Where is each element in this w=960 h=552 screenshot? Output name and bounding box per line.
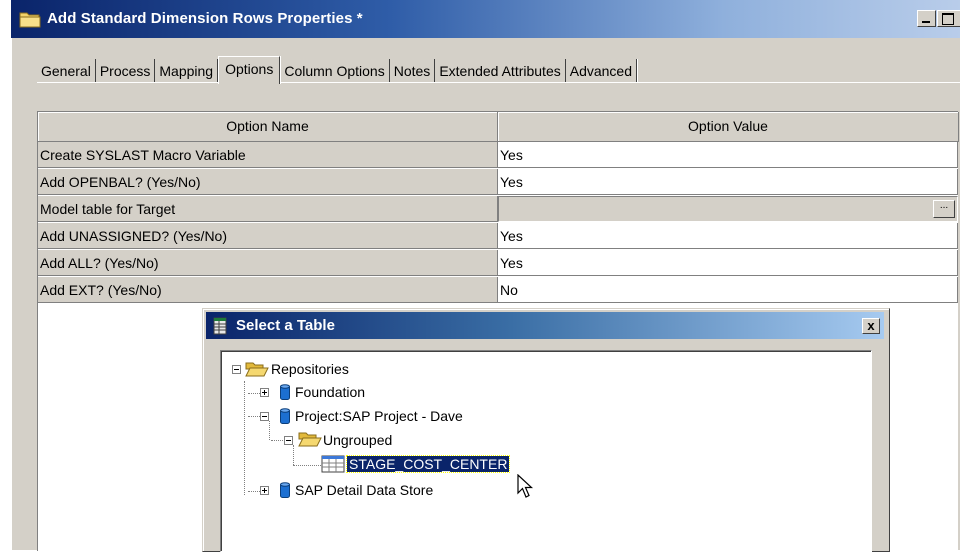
expand-toggle[interactable] — [260, 388, 269, 397]
table-icon — [321, 455, 345, 473]
table-row: Add OPENBAL? (Yes/No) Yes — [38, 169, 958, 195]
option-value-cell[interactable]: No — [498, 277, 958, 303]
tab-mapping[interactable]: Mapping — [155, 59, 219, 83]
option-name-cell: Add UNASSIGNED? (Yes/No) — [38, 223, 498, 249]
tree-connector — [293, 445, 294, 465]
option-name-cell: Add ALL? (Yes/No) — [38, 250, 498, 276]
open-folder-icon — [245, 362, 269, 377]
collapse-toggle[interactable] — [284, 436, 293, 445]
option-name-cell: Add OPENBAL? (Yes/No) — [38, 169, 498, 195]
tab-options[interactable]: Options — [218, 56, 281, 84]
tab-notes[interactable]: Notes — [389, 59, 436, 83]
tab-divider — [37, 82, 960, 83]
tree-node-repositories[interactable]: Repositories — [271, 359, 349, 379]
tree-connector — [271, 440, 283, 441]
tab-extended-attributes[interactable]: Extended Attributes — [435, 59, 566, 83]
table-stack-icon — [213, 317, 227, 335]
repository-icon — [280, 482, 290, 498]
select-table-dialog: Select a Table x Repositories Foundation — [202, 308, 890, 552]
table-row: Model table for Target ... — [38, 196, 958, 222]
tab-process[interactable]: Process — [95, 59, 156, 83]
window-title: Add Standard Dimension Rows Properties * — [47, 10, 363, 27]
tree-connector — [269, 421, 270, 440]
tree-connector — [248, 416, 260, 417]
repository-icon — [280, 384, 290, 400]
close-button[interactable]: x — [862, 318, 880, 334]
tree-connector — [244, 381, 245, 495]
option-value-cell[interactable]: Yes — [498, 142, 958, 168]
expand-toggle[interactable] — [260, 486, 269, 495]
repository-icon — [280, 408, 290, 424]
tree-node-ungrouped[interactable]: Ungrouped — [323, 430, 392, 450]
tab-general[interactable]: General — [37, 59, 96, 83]
column-header-option-value[interactable]: Option Value — [498, 112, 959, 142]
table-row: Add EXT? (Yes/No) No — [38, 277, 958, 303]
option-name-cell: Add EXT? (Yes/No) — [38, 277, 498, 303]
collapse-toggle[interactable] — [260, 412, 269, 421]
repository-tree[interactable]: Repositories Foundation Project:SAP Proj… — [220, 350, 872, 552]
selected-table-label: STAGE_COST_CENTER — [345, 455, 511, 473]
tree-connector — [293, 465, 321, 466]
table-row: Add ALL? (Yes/No) Yes — [38, 250, 958, 276]
tab-column-options[interactable]: Column Options — [280, 59, 390, 83]
option-value-cell[interactable]: Yes — [498, 223, 958, 249]
mouse-pointer-icon — [517, 474, 534, 498]
folder-icon — [19, 12, 41, 28]
column-header-option-name[interactable]: Option Name — [38, 112, 498, 142]
dialog-title: Select a Table — [236, 317, 335, 334]
tree-node-foundation[interactable]: Foundation — [295, 382, 365, 402]
option-name-cell: Create SYSLAST Macro Variable — [38, 142, 498, 168]
maximize-button[interactable] — [937, 10, 960, 27]
option-name-cell: Model table for Target — [38, 196, 498, 222]
tree-node-stage-cost-center[interactable]: STAGE_COST_CENTER — [345, 454, 511, 474]
table-row: Create SYSLAST Macro Variable Yes — [38, 142, 958, 168]
minimize-button[interactable] — [917, 10, 936, 27]
option-value-cell[interactable]: Yes — [498, 169, 958, 195]
tree-connector — [248, 491, 260, 492]
option-value-cell[interactable]: Yes — [498, 250, 958, 276]
window-titlebar[interactable]: Add Standard Dimension Rows Properties * — [11, 0, 960, 38]
tree-node-sap-detail-data-store[interactable]: SAP Detail Data Store — [295, 480, 433, 500]
tree-node-project[interactable]: Project:SAP Project - Dave — [295, 406, 463, 426]
tab-advanced[interactable]: Advanced — [565, 59, 638, 83]
browse-button[interactable]: ... — [933, 200, 955, 218]
option-value-cell[interactable]: ... — [498, 196, 958, 222]
table-row: Add UNASSIGNED? (Yes/No) Yes — [38, 223, 958, 249]
open-folder-icon — [298, 432, 322, 447]
tree-connector — [248, 393, 260, 394]
dialog-titlebar[interactable]: Select a Table x — [206, 312, 884, 339]
tab-strip: General Process Mapping Options Column O… — [37, 56, 638, 84]
collapse-toggle[interactable] — [232, 365, 241, 374]
